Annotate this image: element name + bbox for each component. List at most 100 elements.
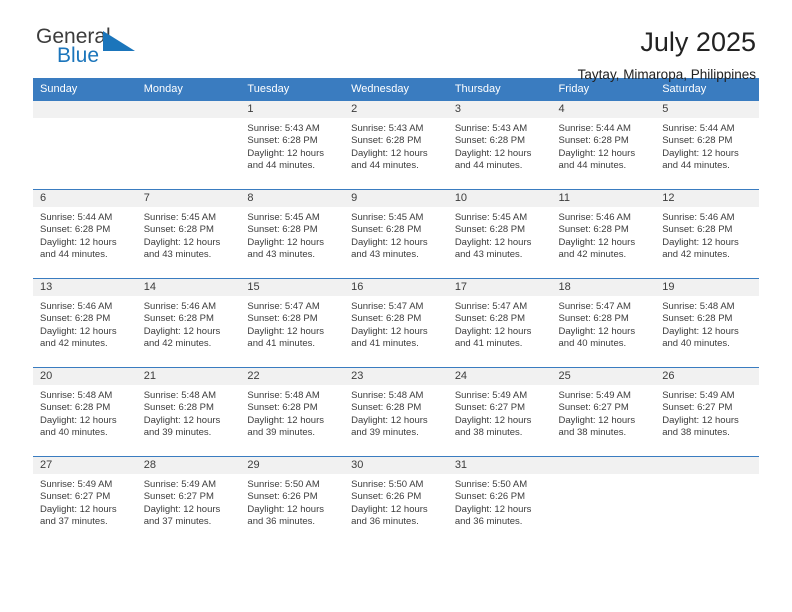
sunrise-sunset-calendar: Sunday Monday Tuesday Wednesday Thursday… <box>33 78 759 546</box>
calendar-day-cell[interactable]: 30 Sunrise: 5:50 AM Sunset: 6:26 PM Dayligh… <box>344 456 448 546</box>
calendar-day-cell-empty <box>136 100 241 190</box>
calendar-day-cell[interactable]: 8 Sunrise: 5:45 AM Sunset: 6:28 PM Daylight… <box>240 189 345 279</box>
daylight-duration-line2: and 40 minutes. <box>662 338 730 350</box>
calendar-day-cell[interactable]: 1 Sunrise: 5:43 AM Sunset: 6:28 PM Daylight… <box>240 100 345 190</box>
sunrise-time: Sunrise: 5:45 AM <box>454 212 528 223</box>
calendar-day-cell[interactable]: 9 Sunrise: 5:45 AM Sunset: 6:28 PM Daylight… <box>344 189 448 279</box>
day-number: 7 <box>136 190 241 207</box>
day-details: Sunrise: 5:49 AM Sunset: 6:27 PM Daylight:… <box>655 385 759 440</box>
calendar-day-cell[interactable]: 25 Sunrise: 5:49 AM Sunset: 6:27 PM Dayligh… <box>551 367 656 457</box>
day-number: 2 <box>344 101 448 118</box>
daylight-duration-line1: Daylight: 12 hours <box>247 414 324 426</box>
day-number: 10 <box>447 190 552 207</box>
day-number: 1 <box>240 101 345 118</box>
sunset-time: Sunset: 6:28 PM <box>454 313 526 325</box>
sunrise-time: Sunrise: 5:44 AM <box>558 123 631 134</box>
day-number: 25 <box>551 368 656 385</box>
daylight-duration-line1: Daylight: 12 hours <box>454 147 532 159</box>
sunrise-time: Sunrise: 5:43 AM <box>247 123 320 134</box>
calendar-day-cell[interactable]: 14 Sunrise: 5:46 AM Sunset: 6:28 PM Dayligh… <box>136 278 241 368</box>
calendar-day-cell[interactable]: 23 Sunrise: 5:48 AM Sunset: 6:28 PM Dayligh… <box>344 367 448 457</box>
day-number: 11 <box>551 190 656 207</box>
sunrise-time: Sunrise: 5:44 AM <box>40 212 113 223</box>
calendar-day-cell[interactable]: 17 Sunrise: 5:47 AM Sunset: 6:28 PM Dayligh… <box>447 278 552 368</box>
calendar-day-cell[interactable]: 29 Sunrise: 5:50 AM Sunset: 6:26 PM Dayligh… <box>240 456 345 546</box>
daylight-duration-line2: and 42 minutes. <box>558 249 627 261</box>
calendar-day-cell[interactable]: 6 Sunrise: 5:44 AM Sunset: 6:28 PM Daylight… <box>33 189 137 279</box>
day-details: Sunrise: 5:47 AM Sunset: 6:28 PM Daylight:… <box>552 296 656 351</box>
calendar-day-cell[interactable]: 26 Sunrise: 5:49 AM Sunset: 6:27 PM Dayligh… <box>655 367 759 457</box>
day-details <box>655 474 759 479</box>
day-details: Sunrise: 5:43 AM Sunset: 6:28 PM Daylight:… <box>448 118 552 173</box>
day-number: 6 <box>33 190 137 207</box>
day-number: 27 <box>33 457 137 474</box>
day-details: Sunrise: 5:49 AM Sunset: 6:27 PM Daylight:… <box>552 385 656 440</box>
daylight-duration-line1: Daylight: 12 hours <box>662 325 739 337</box>
daylight-duration-line1: Daylight: 12 hours <box>247 325 324 337</box>
day-number: 14 <box>136 279 241 296</box>
calendar-day-cell[interactable]: 18 Sunrise: 5:47 AM Sunset: 6:28 PM Dayligh… <box>551 278 656 368</box>
calendar-day-cell[interactable]: 20 Sunrise: 5:48 AM Sunset: 6:28 PM Dayligh… <box>33 367 137 457</box>
daylight-duration-line1: Daylight: 12 hours <box>40 414 117 426</box>
calendar-day-cell-empty <box>33 100 137 190</box>
calendar-day-cell[interactable]: 24 Sunrise: 5:49 AM Sunset: 6:27 PM Dayligh… <box>447 367 552 457</box>
calendar-day-cell[interactable]: 3 Sunrise: 5:43 AM Sunset: 6:28 PM Daylight… <box>447 100 552 190</box>
daylight-duration-line2: and 44 minutes. <box>351 160 419 172</box>
general-blue-logo[interactable]: General Blue <box>36 26 156 74</box>
daylight-duration-line2: and 40 minutes. <box>40 427 108 439</box>
day-number: 24 <box>447 368 552 385</box>
day-details: Sunrise: 5:48 AM Sunset: 6:28 PM Daylight:… <box>344 385 448 440</box>
daylight-duration-line1: Daylight: 12 hours <box>351 325 428 337</box>
sunrise-time: Sunrise: 5:43 AM <box>351 123 424 134</box>
day-number: 16 <box>344 279 448 296</box>
calendar-day-cell[interactable]: 10 Sunrise: 5:45 AM Sunset: 6:28 PM Dayligh… <box>447 189 552 279</box>
calendar-day-cell[interactable]: 12 Sunrise: 5:46 AM Sunset: 6:28 PM Dayligh… <box>655 189 759 279</box>
sunrise-time: Sunrise: 5:47 AM <box>558 301 631 312</box>
calendar-week-row: 27 Sunrise: 5:49 AM Sunset: 6:27 PM Dayligh… <box>33 456 759 546</box>
day-details: Sunrise: 5:43 AM Sunset: 6:28 PM Daylight:… <box>240 118 344 173</box>
calendar-day-cell[interactable]: 28 Sunrise: 5:49 AM Sunset: 6:27 PM Dayligh… <box>136 456 241 546</box>
calendar-day-cell[interactable]: 13 Sunrise: 5:46 AM Sunset: 6:28 PM Dayligh… <box>33 278 137 368</box>
day-number <box>136 101 241 118</box>
daylight-duration-line2: and 38 minutes. <box>558 427 627 439</box>
sunset-time: Sunset: 6:28 PM <box>247 313 318 325</box>
calendar-day-cell[interactable]: 22 Sunrise: 5:48 AM Sunset: 6:28 PM Dayligh… <box>240 367 345 457</box>
day-details: Sunrise: 5:44 AM Sunset: 6:28 PM Daylight:… <box>552 118 656 173</box>
weekday-header-thursday: Thursday <box>447 78 552 101</box>
calendar-day-cell[interactable]: 4 Sunrise: 5:44 AM Sunset: 6:28 PM Daylight… <box>551 100 656 190</box>
daylight-duration-line2: and 39 minutes. <box>247 427 316 439</box>
day-details <box>552 474 656 479</box>
daylight-duration-line1: Daylight: 12 hours <box>143 503 221 515</box>
calendar-day-cell[interactable]: 27 Sunrise: 5:49 AM Sunset: 6:27 PM Dayligh… <box>33 456 137 546</box>
calendar-day-cell[interactable]: 2 Sunrise: 5:43 AM Sunset: 6:28 PM Daylight… <box>344 100 448 190</box>
daylight-duration-line1: Daylight: 12 hours <box>143 325 221 337</box>
calendar-day-cell[interactable]: 15 Sunrise: 5:47 AM Sunset: 6:28 PM Dayligh… <box>240 278 345 368</box>
day-details: Sunrise: 5:49 AM Sunset: 6:27 PM Daylight:… <box>137 474 241 529</box>
calendar-day-cell[interactable]: 31 Sunrise: 5:50 AM Sunset: 6:26 PM Dayligh… <box>447 456 552 546</box>
daylight-duration-line1: Daylight: 12 hours <box>351 236 428 248</box>
day-number: 13 <box>33 279 137 296</box>
daylight-duration-line1: Daylight: 12 hours <box>40 325 117 337</box>
day-details: Sunrise: 5:50 AM Sunset: 6:26 PM Daylight:… <box>344 474 448 529</box>
sunset-time: Sunset: 6:28 PM <box>247 402 318 414</box>
daylight-duration-line1: Daylight: 12 hours <box>454 503 532 515</box>
calendar-day-cell[interactable]: 19 Sunrise: 5:48 AM Sunset: 6:28 PM Dayligh… <box>655 278 759 368</box>
sunset-time: Sunset: 6:26 PM <box>454 491 526 503</box>
sunrise-time: Sunrise: 5:45 AM <box>143 212 217 223</box>
weekday-header-monday: Monday <box>136 78 241 101</box>
calendar-day-cell[interactable]: 7 Sunrise: 5:45 AM Sunset: 6:28 PM Daylight… <box>136 189 241 279</box>
daylight-duration-line1: Daylight: 12 hours <box>558 325 636 337</box>
calendar-day-cell[interactable]: 21 Sunrise: 5:48 AM Sunset: 6:28 PM Dayligh… <box>136 367 241 457</box>
sunrise-time: Sunrise: 5:48 AM <box>143 390 217 401</box>
sunrise-time: Sunrise: 5:49 AM <box>558 390 631 401</box>
day-number: 5 <box>655 101 759 118</box>
calendar-day-cell[interactable]: 11 Sunrise: 5:46 AM Sunset: 6:28 PM Dayligh… <box>551 189 656 279</box>
sunset-time: Sunset: 6:27 PM <box>143 491 214 503</box>
day-details: Sunrise: 5:49 AM Sunset: 6:27 PM Daylight:… <box>448 385 552 440</box>
calendar-day-cell[interactable]: 16 Sunrise: 5:47 AM Sunset: 6:28 PM Dayligh… <box>344 278 448 368</box>
daylight-duration-line1: Daylight: 12 hours <box>454 325 532 337</box>
calendar-day-cell[interactable]: 5 Sunrise: 5:44 AM Sunset: 6:28 PM Daylight… <box>655 100 759 190</box>
calendar-week-row: 6 Sunrise: 5:44 AM Sunset: 6:28 PM Daylight… <box>33 189 759 279</box>
sunrise-time: Sunrise: 5:47 AM <box>247 301 320 312</box>
sunrise-time: Sunrise: 5:49 AM <box>454 390 528 401</box>
